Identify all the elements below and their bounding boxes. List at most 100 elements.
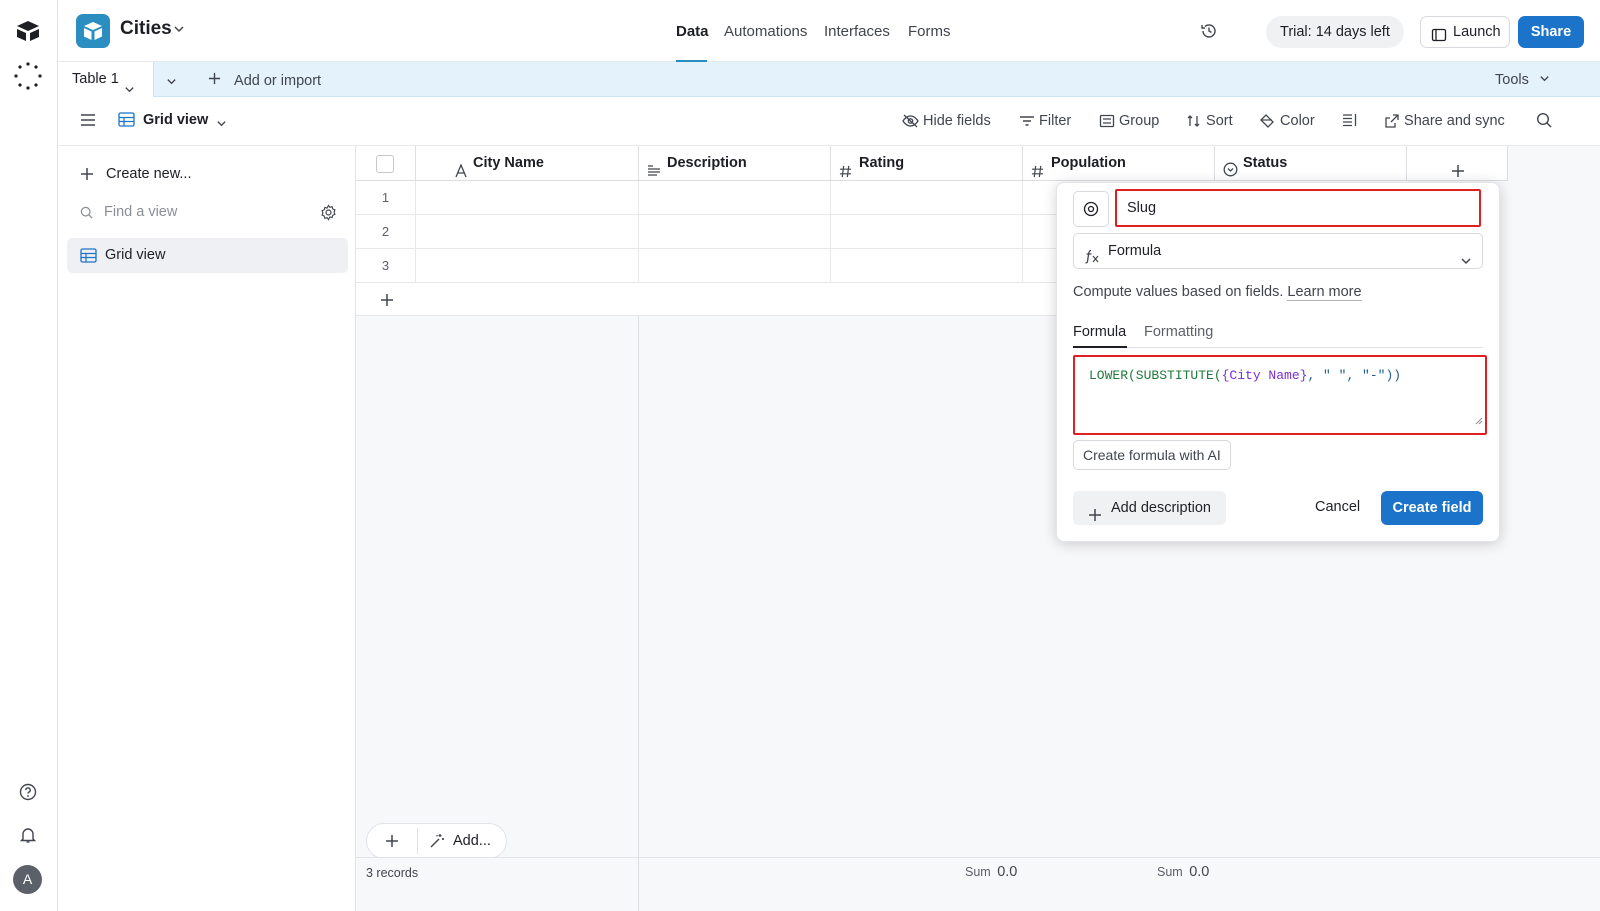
tab-formatting[interactable]: Formatting <box>1144 324 1213 340</box>
create-formula-ai-button[interactable]: Create formula with AI <box>1073 440 1231 470</box>
add-record-plus-icon[interactable] <box>385 834 399 851</box>
sort-icon <box>1186 113 1202 129</box>
gear-icon[interactable] <box>320 204 337 224</box>
airtable-logo-icon[interactable] <box>15 20 41 45</box>
notifications-bell-icon[interactable] <box>19 826 37 847</box>
find-view-input[interactable]: Find a view <box>104 204 177 220</box>
row-number: 1 <box>356 181 416 215</box>
launch-button[interactable]: Launch <box>1420 16 1510 48</box>
table-bar: Table 1 Add or import Tools <box>58 62 1600 97</box>
tools-menu[interactable]: Tools <box>1495 72 1550 88</box>
cell-rating[interactable] <box>831 181 1023 215</box>
add-column-button[interactable] <box>1407 146 1508 181</box>
help-text: Compute values based on fields. <box>1073 284 1284 300</box>
history-icon[interactable] <box>1200 22 1218 43</box>
user-avatar[interactable]: A <box>13 865 42 894</box>
sum-label: Sum <box>1157 865 1183 879</box>
grid-header-row: City Name Description Rating Population … <box>356 146 1508 181</box>
row-height-icon[interactable] <box>1342 113 1358 130</box>
share-sync-button[interactable]: Share and sync <box>1384 113 1505 129</box>
frozen-column-divider <box>638 316 639 857</box>
search-icon[interactable] <box>1536 112 1552 131</box>
field-icon-button[interactable] <box>1073 191 1109 227</box>
hide-fields-label: Hide fields <box>923 113 991 129</box>
column-header-description[interactable]: Description <box>639 146 831 181</box>
table-tab[interactable]: Table 1 <box>58 62 154 97</box>
plus-icon <box>380 293 394 310</box>
trial-badge[interactable]: Trial: 14 days left <box>1266 16 1404 48</box>
cell-description[interactable] <box>639 249 831 283</box>
column-header-status[interactable]: Status <box>1215 146 1407 181</box>
nav-tab-automations[interactable]: Automations <box>724 23 807 40</box>
grid-summary-bar: 3 records Sum 0.0 Sum 0.0 <box>356 857 1600 911</box>
sidebar-item-grid-view[interactable]: Grid view <box>67 238 348 273</box>
cell-description[interactable] <box>639 181 831 215</box>
launch-label: Launch <box>1453 24 1501 40</box>
column-header-city-name[interactable]: City Name <box>416 146 639 181</box>
learn-more-link[interactable]: Learn more <box>1287 284 1362 301</box>
cancel-button[interactable]: Cancel <box>1315 499 1360 515</box>
chevron-down-icon <box>1460 246 1472 280</box>
base-logo-icon[interactable] <box>76 14 110 48</box>
field-type-label: Formula <box>1108 243 1162 259</box>
hide-fields-button[interactable]: Hide fields <box>902 113 991 129</box>
nav-tab-forms[interactable]: Forms <box>908 23 951 40</box>
help-icon[interactable] <box>19 783 37 804</box>
create-new-view-button[interactable]: Create new... <box>80 166 191 182</box>
create-field-button[interactable]: Create field <box>1381 491 1483 525</box>
formula-editor[interactable]: LOWER(SUBSTITUTE({City Name}, " ", "-")) <box>1073 355 1487 435</box>
nav-tab-interfaces[interactable]: Interfaces <box>824 23 890 40</box>
share-button[interactable]: Share <box>1518 16 1584 48</box>
plus-icon <box>1088 501 1102 535</box>
cell-rating[interactable] <box>831 249 1023 283</box>
plus-icon <box>208 72 226 89</box>
row-number: 2 <box>356 215 416 249</box>
select-all-checkbox[interactable] <box>376 155 394 173</box>
create-new-label: Create new... <box>106 166 192 182</box>
column-header-population[interactable]: Population <box>1023 146 1215 181</box>
sort-button[interactable]: Sort <box>1186 113 1233 129</box>
add-or-import-label: Add or import <box>234 73 322 89</box>
add-or-import-button[interactable]: Add or import <box>208 72 321 89</box>
field-name-input[interactable]: Slug <box>1115 189 1481 227</box>
summary-population[interactable]: Sum 0.0 <box>1157 864 1209 880</box>
cell-city-name[interactable] <box>416 249 639 283</box>
summary-rating[interactable]: Sum 0.0 <box>965 864 1017 880</box>
hamburger-menu-icon[interactable] <box>80 113 96 130</box>
cell-description[interactable] <box>639 215 831 249</box>
base-menu-chevron-icon[interactable] <box>173 22 185 38</box>
column-header-rating[interactable]: Rating <box>831 146 1023 181</box>
cell-city-name[interactable] <box>416 181 639 215</box>
group-label: Group <box>1119 113 1160 129</box>
nav-tab-data[interactable]: Data <box>676 23 709 40</box>
left-rail: A <box>0 0 58 911</box>
magic-wand-icon[interactable] <box>429 833 445 852</box>
filter-icon <box>1019 113 1035 129</box>
group-icon <box>1099 113 1115 129</box>
formula-fx-icon <box>1084 243 1100 277</box>
filter-button[interactable]: Filter <box>1019 113 1071 129</box>
paint-bucket-icon <box>1259 113 1276 129</box>
view-menu-chevron-icon[interactable] <box>216 116 227 132</box>
field-type-select[interactable]: Formula <box>1073 233 1483 269</box>
base-name[interactable]: Cities <box>120 18 172 40</box>
add-description-label: Add description <box>1111 500 1211 516</box>
eye-slash-icon <box>902 113 919 129</box>
column-label: Population <box>1051 155 1126 171</box>
field-type-help: Compute values based on fields. Learn mo… <box>1073 284 1362 301</box>
tab-formula[interactable]: Formula <box>1073 324 1126 340</box>
all-tables-chevron-icon[interactable] <box>166 74 177 90</box>
group-button[interactable]: Group <box>1099 113 1159 129</box>
share-sync-label: Share and sync <box>1404 113 1505 129</box>
cell-city-name[interactable] <box>416 215 639 249</box>
cell-rating[interactable] <box>831 215 1023 249</box>
tools-label: Tools <box>1495 72 1529 88</box>
active-tab-indicator <box>1073 346 1127 348</box>
resize-handle-icon[interactable] <box>1475 413 1483 431</box>
add-label[interactable]: Add... <box>453 833 491 849</box>
add-description-button[interactable]: Add description <box>1073 491 1226 525</box>
color-button[interactable]: Color <box>1259 113 1315 129</box>
current-view-name[interactable]: Grid view <box>143 112 208 128</box>
sum-value: 0.0 <box>1189 864 1210 880</box>
workspace-dots-icon[interactable] <box>14 62 42 93</box>
